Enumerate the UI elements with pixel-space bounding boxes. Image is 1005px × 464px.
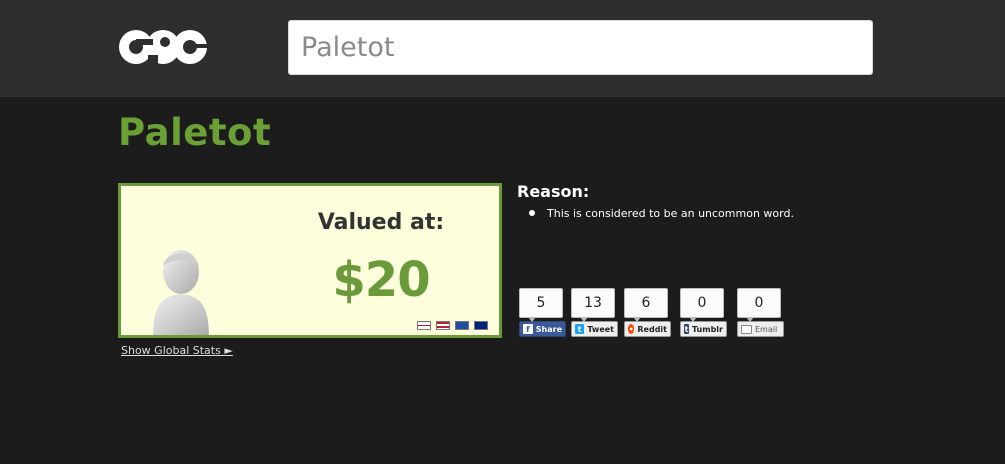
site-header xyxy=(0,0,1005,97)
email-share-count: 0 xyxy=(737,288,781,322)
reason-item: This is considered to be an uncommon wor… xyxy=(527,207,794,220)
reddit-share-label: Reddit xyxy=(637,324,667,334)
twitter-share-count: 13 xyxy=(571,288,615,322)
page-title: Paletot xyxy=(118,111,272,154)
tumblr-share-button[interactable]: t Tumblr xyxy=(680,321,727,337)
facebook-share-button[interactable]: f Share xyxy=(519,321,566,337)
tumblr-share-count: 0 xyxy=(680,288,724,322)
facebook-share-count: 5 xyxy=(519,288,563,322)
reddit-share-button[interactable]: • Reddit xyxy=(624,321,671,337)
price-value: $20 xyxy=(332,252,430,308)
show-global-stats-link[interactable]: Show Global Stats ► xyxy=(121,344,233,357)
facebook-icon: f xyxy=(523,324,533,334)
uk-flag-icon[interactable] xyxy=(417,321,431,330)
twitter-share-button[interactable]: t Tweet xyxy=(571,321,618,337)
facebook-share-label: Share xyxy=(535,324,562,334)
search-box[interactable] xyxy=(288,20,873,75)
twitter-share-group: 13 t Tweet xyxy=(571,288,618,337)
twitter-share-label: Tweet xyxy=(587,324,614,334)
reddit-share-count: 6 xyxy=(624,288,668,322)
value-card: Valued at: $20 xyxy=(118,183,502,338)
eu-flag-icon[interactable] xyxy=(455,321,469,330)
reason-list: This is considered to be an uncommon wor… xyxy=(527,207,794,220)
avatar-icon xyxy=(153,250,209,335)
tumblr-share-group: 0 t Tumblr xyxy=(680,288,727,337)
reason-heading: Reason: xyxy=(517,182,590,201)
email-icon xyxy=(741,324,752,334)
tumblr-icon: t xyxy=(684,324,689,334)
valued-at-label: Valued at: xyxy=(317,210,445,235)
twitter-icon: t xyxy=(575,324,585,334)
search-input[interactable] xyxy=(289,21,872,74)
email-share-label: Email xyxy=(755,324,778,334)
facebook-share-group: 5 f Share xyxy=(519,288,566,337)
region-flags xyxy=(417,321,488,330)
gpo-logo[interactable] xyxy=(118,25,208,69)
tumblr-share-label: Tumblr xyxy=(691,324,723,334)
us-flag-icon[interactable] xyxy=(436,321,450,330)
reddit-share-group: 6 • Reddit xyxy=(624,288,671,337)
reddit-icon: • xyxy=(628,324,635,334)
email-share-group: 0 Email xyxy=(737,288,784,337)
email-share-button[interactable]: Email xyxy=(737,321,784,337)
au-flag-icon[interactable] xyxy=(474,321,488,330)
